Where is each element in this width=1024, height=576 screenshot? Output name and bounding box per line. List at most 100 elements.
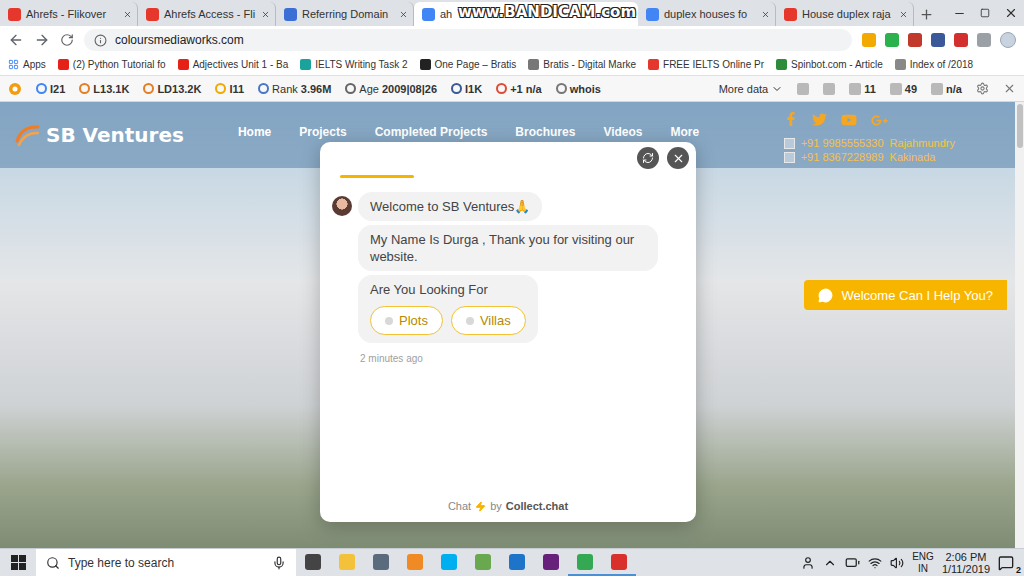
taskbar-app[interactable] (398, 549, 432, 576)
taskbar-app[interactable] (330, 549, 364, 576)
forward-arrow-icon[interactable] (34, 32, 50, 48)
close-icon[interactable] (261, 10, 270, 19)
restart-button[interactable] (637, 147, 659, 169)
bookmark[interactable]: One Page – Bratis (420, 59, 517, 70)
option-button[interactable]: Plots (370, 306, 443, 335)
bookmark[interactable]: (2) Python Tutorial fo (58, 59, 166, 70)
back-arrow-icon[interactable] (8, 32, 24, 48)
close-icon[interactable] (1003, 82, 1016, 95)
info-icon[interactable] (797, 83, 809, 95)
notification-button[interactable]: 2 (998, 555, 1018, 571)
nav-link[interactable]: Videos (603, 125, 642, 139)
mic-button[interactable] (272, 556, 286, 570)
phone-list: +91 9985555330Rajahmundry +91 8367228989K… (784, 137, 955, 163)
close-icon[interactable] (399, 10, 408, 19)
seoquake-logo-icon[interactable] (8, 82, 22, 96)
more-data-button[interactable]: More data (719, 83, 784, 95)
battery-icon[interactable] (845, 555, 860, 570)
nav-link[interactable]: Home (238, 125, 271, 139)
close-chat-button[interactable] (667, 147, 689, 169)
extension-icon[interactable] (954, 33, 968, 47)
browser-tab[interactable]: duplex houses fo (638, 2, 776, 26)
extension-icon[interactable] (885, 33, 899, 47)
seo-counter[interactable]: 49 (890, 83, 917, 95)
seo-counter[interactable]: 11 (849, 83, 876, 95)
taskbar-app[interactable] (296, 549, 330, 576)
minimize-button[interactable] (946, 0, 972, 26)
extension-icon[interactable] (862, 33, 876, 47)
page-icon[interactable] (823, 83, 835, 95)
youtube-icon[interactable] (841, 112, 857, 128)
phone-row[interactable]: +91 8367228989Kakinada (784, 151, 955, 163)
apps-bookmark[interactable]: Apps (8, 59, 46, 70)
nav-link[interactable]: Completed Projects (375, 125, 488, 139)
seo-metric[interactable]: +1 n/a (496, 83, 542, 95)
new-tab-button[interactable] (914, 2, 938, 26)
taskbar-app[interactable] (364, 549, 398, 576)
bookmark[interactable]: Adjectives Unit 1 - Ba (178, 59, 289, 70)
seo-metric[interactable]: I21 (36, 83, 65, 95)
info-icon[interactable] (94, 34, 107, 47)
extension-icon[interactable] (977, 33, 991, 47)
close-icon[interactable] (761, 10, 770, 19)
chat-footer[interactable]: ChatbyCollect.chat (320, 500, 696, 522)
bookmark[interactable]: FREE IELTS Online Pr (648, 59, 764, 70)
site-logo[interactable]: SB Ventures (14, 122, 184, 148)
nav-link[interactable]: Brochures (515, 125, 575, 139)
taskbar-app[interactable] (534, 549, 568, 576)
browser-tab[interactable]: ah (414, 2, 638, 26)
seo-metric[interactable]: I11 (215, 83, 244, 95)
profile-icon[interactable] (1000, 32, 1016, 48)
nav-link[interactable]: Projects (299, 125, 346, 139)
seo-metric[interactable]: LD13.2K (143, 83, 201, 95)
help-chat-button[interactable]: Welcome Can I Help You? (804, 280, 1007, 310)
volume-icon[interactable] (890, 556, 904, 570)
start-button[interactable] (0, 549, 36, 576)
clock[interactable]: 2:06 PM1/11/2019 (942, 551, 990, 575)
seo-metric[interactable]: I1K (451, 83, 482, 95)
chevron-up-icon[interactable] (823, 556, 837, 570)
language-indicator[interactable]: ENGIN (912, 551, 934, 575)
browser-tab[interactable]: Ahrefs Access - Fli (138, 2, 276, 26)
extension-icon[interactable] (908, 33, 922, 47)
bookmark[interactable]: IELTS Writing Task 2 (300, 59, 407, 70)
seo-counter[interactable]: n/a (931, 83, 962, 95)
seo-metric[interactable]: Age2009|08|26 (345, 83, 437, 95)
scroll-thumb[interactable] (1017, 104, 1023, 148)
browser-tab[interactable]: House duplex raja (776, 2, 914, 26)
close-icon[interactable] (623, 10, 632, 19)
tab-label: ah (440, 8, 618, 20)
browser-tab[interactable]: Ahrefs - Flikover (0, 2, 138, 26)
seo-metric[interactable]: L13.1K (79, 83, 129, 95)
option-button[interactable]: Villas (451, 306, 526, 335)
phone-row[interactable]: +91 9985555330Rajahmundry (784, 137, 955, 149)
taskbar-app[interactable] (602, 549, 636, 576)
reload-icon[interactable] (60, 33, 74, 47)
bookmark[interactable]: Index of /2018 (895, 59, 973, 70)
close-icon[interactable] (123, 10, 132, 19)
taskbar-app[interactable] (466, 549, 500, 576)
seo-metric[interactable]: Rank3.96M (258, 83, 331, 95)
twitter-icon[interactable] (812, 112, 827, 127)
seo-metric[interactable]: whois (556, 83, 601, 95)
bookmark[interactable]: Bratis - Digital Marke (528, 59, 636, 70)
gear-icon[interactable] (976, 82, 989, 95)
google-plus-icon[interactable] (871, 112, 888, 129)
close-icon[interactable] (899, 10, 908, 19)
facebook-icon[interactable] (784, 112, 798, 126)
nav-link[interactable]: More (671, 125, 700, 139)
taskbar-app[interactable] (500, 549, 534, 576)
taskbar-app[interactable] (432, 549, 466, 576)
bookmark[interactable]: Spinbot.com - Article (776, 59, 883, 70)
page-scrollbar[interactable] (1015, 102, 1024, 548)
close-window-button[interactable] (998, 0, 1024, 26)
taskbar-search[interactable]: Type here to search (36, 549, 296, 576)
url-field[interactable]: coloursmediaworks.com (84, 29, 852, 51)
restore-button[interactable] (972, 0, 998, 26)
extension-icon[interactable] (931, 33, 945, 47)
browser-tab[interactable]: Referring Domain (276, 2, 414, 26)
wifi-icon[interactable] (868, 556, 882, 570)
taskbar-app[interactable] (568, 549, 602, 576)
footer-brand: Collect.chat (506, 500, 568, 512)
people-icon[interactable] (801, 556, 815, 570)
